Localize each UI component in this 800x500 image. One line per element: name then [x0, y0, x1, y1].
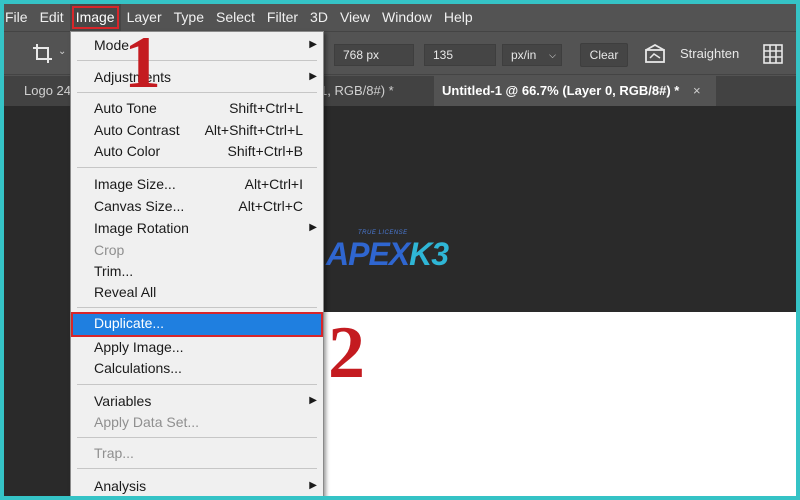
width-input[interactable]: 768 px — [334, 44, 414, 66]
menu-item-duplicate[interactable]: Duplicate... — [71, 312, 323, 337]
menu-window[interactable]: Window — [376, 4, 438, 31]
menu-item-label: Apply Data Set... — [94, 414, 200, 430]
menu-type[interactable]: Type — [168, 4, 210, 31]
menu-item-label: Auto Color — [94, 143, 161, 159]
submenu-arrow-icon: ▶ — [309, 480, 317, 491]
menu-separator — [77, 60, 317, 61]
menu-separator — [77, 307, 317, 308]
menu-item-mode[interactable]: Mode ▶ — [71, 34, 323, 56]
menu-separator — [77, 384, 317, 385]
menu-item-image-rotation[interactable]: Image Rotation ▶ — [71, 217, 323, 239]
menu-item-crop: Crop — [71, 239, 323, 261]
crop-tool-icon[interactable] — [32, 43, 54, 65]
menu-item-canvas-size[interactable]: Canvas Size... Alt+Ctrl+C — [71, 195, 323, 217]
photoshop-window: File Edit Image Layer Type Select Filter… — [4, 4, 796, 496]
menu-item-reveal-all[interactable]: Reveal All — [71, 281, 323, 303]
menu-item-label: Duplicate... — [94, 315, 165, 331]
menu-item-calculations[interactable]: Calculations... — [71, 357, 323, 379]
resolution-unit-select[interactable]: px/in ⌵ — [502, 44, 562, 66]
menu-item-analysis[interactable]: Analysis ▶ — [71, 475, 323, 496]
menu-item-label: Image Size... — [94, 176, 176, 192]
menu-item-image-size[interactable]: Image Size... Alt+Ctrl+I — [71, 173, 323, 195]
menu-edit[interactable]: Edit — [34, 4, 70, 31]
menu-bar: File Edit Image Layer Type Select Filter… — [4, 4, 796, 31]
resolution-unit-label: px/in — [511, 48, 537, 62]
menu-item-label: Auto Contrast — [94, 122, 180, 138]
menu-select[interactable]: Select — [210, 4, 261, 31]
menu-item-label: Crop — [94, 242, 125, 258]
clear-button[interactable]: Clear — [580, 43, 628, 67]
tab-untitled-1[interactable]: Untitled-1 @ 66.7% (Layer 0, RGB/8#) * × — [434, 76, 716, 106]
menu-3d[interactable]: 3D — [304, 4, 334, 31]
shortcut-label: Alt+Ctrl+C — [238, 198, 303, 214]
tab-title: Untitled-1 @ 66.7% (Layer 0, RGB/8#) * — [442, 83, 680, 98]
submenu-arrow-icon: ▶ — [309, 395, 317, 406]
watermark-apex: APEX — [326, 236, 410, 272]
menu-item-label: Calculations... — [94, 360, 182, 376]
menu-item-auto-contrast[interactable]: Auto Contrast Alt+Shift+Ctrl+L — [71, 119, 323, 141]
submenu-arrow-icon: ▶ — [309, 39, 317, 50]
menu-separator — [77, 468, 317, 469]
chevron-down-icon: ⌵ — [549, 50, 556, 60]
menu-item-adjustments[interactable]: Adjustments ▶ — [71, 66, 323, 88]
menu-item-label: Trim... — [94, 263, 134, 279]
menu-separator — [77, 167, 317, 168]
submenu-arrow-icon: ▶ — [309, 71, 317, 82]
menu-item-variables[interactable]: Variables ▶ — [71, 390, 323, 412]
image-menu-dropdown: Mode ▶ Adjustments ▶ Auto Tone Shift+Ctr… — [70, 31, 324, 496]
shortcut-label: Alt+Ctrl+I — [244, 176, 303, 192]
shortcut-label: Alt+Shift+Ctrl+L — [204, 122, 303, 138]
crop-preset-caret-icon[interactable]: ⌄ — [58, 46, 66, 57]
menu-item-trim[interactable]: Trim... — [71, 260, 323, 282]
resolution-input[interactable]: 135 — [424, 44, 496, 66]
tab-logo[interactable]: Logo 24 — [4, 76, 72, 106]
straighten-icon[interactable] — [644, 44, 666, 64]
step-number-2: 2 — [328, 312, 365, 394]
menu-item-apply-image[interactable]: Apply Image... — [71, 336, 323, 358]
menu-item-label: Image Rotation — [94, 220, 189, 236]
menu-item-label: Reveal All — [94, 284, 157, 300]
step-number-1: 1 — [124, 22, 161, 104]
menu-item-label: Apply Image... — [94, 339, 184, 355]
menu-item-auto-color[interactable]: Auto Color Shift+Ctrl+B — [71, 140, 323, 162]
menu-item-label: Canvas Size... — [94, 198, 185, 214]
menu-separator — [77, 92, 317, 93]
menu-item-label: Trap... — [94, 445, 134, 461]
menu-view[interactable]: View — [334, 4, 376, 31]
submenu-arrow-icon: ▶ — [309, 222, 317, 233]
watermark-logo: APEXK3 — [326, 236, 449, 273]
menu-item-apply-data-set: Apply Data Set... — [71, 411, 323, 433]
watermark-k3: K3 — [409, 236, 449, 272]
menu-item-label: Variables — [94, 393, 152, 409]
shortcut-label: Shift+Ctrl+L — [229, 100, 303, 116]
close-icon[interactable]: × — [693, 83, 701, 98]
grid-overlay-icon[interactable] — [762, 43, 784, 65]
menu-image[interactable]: Image — [69, 4, 121, 31]
straighten-label[interactable]: Straighten — [680, 46, 739, 61]
menu-item-trap: Trap... — [71, 442, 323, 464]
document-canvas[interactable] — [322, 312, 796, 496]
apexk3-watermark: TRUE LICENSE APEXK3 — [326, 230, 466, 274]
menu-separator — [77, 437, 317, 438]
menu-item-auto-tone[interactable]: Auto Tone Shift+Ctrl+L — [71, 97, 323, 119]
shortcut-label: Shift+Ctrl+B — [227, 143, 303, 159]
menu-item-label: Analysis — [94, 478, 147, 494]
menu-filter[interactable]: Filter — [261, 4, 304, 31]
menu-help[interactable]: Help — [438, 4, 479, 31]
menu-file[interactable]: File — [4, 4, 34, 31]
